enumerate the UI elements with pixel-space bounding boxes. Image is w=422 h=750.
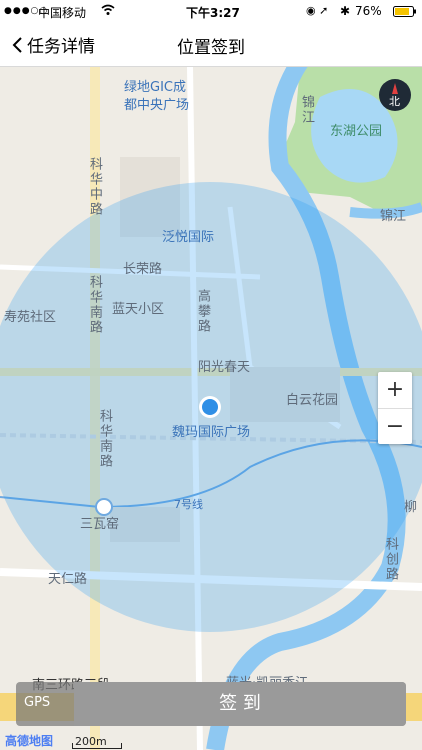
- compass-icon[interactable]: 北: [379, 79, 411, 111]
- map-label: 白云花园: [286, 393, 339, 408]
- location-arrow-icon: ◉ ➚: [306, 4, 329, 17]
- time-label: 下午3:27: [186, 6, 240, 20]
- map-label: 科华南路: [97, 409, 112, 469]
- scale-bar: [72, 743, 122, 749]
- map-label: 锦江: [299, 95, 314, 125]
- map-label: 7号线: [174, 498, 203, 511]
- map-label: 都中央广场: [124, 98, 190, 113]
- gps-label: GPS: [24, 695, 51, 710]
- map-label: 锦江: [380, 209, 407, 224]
- navigation-bar: 任务详情 位置签到: [0, 22, 422, 67]
- map-label: 绿地GIC成: [124, 80, 186, 95]
- wifi-icon: [101, 4, 115, 19]
- map-provider-logo: 高德地图: [5, 734, 54, 748]
- map-view[interactable]: 绿地GIC成 都中央广场 东湖公园 锦江 锦江 泛悦国际 长荣路 寿苑社区 蓝天…: [0, 67, 422, 750]
- page-title: 位置签到: [177, 38, 245, 58]
- map-label: 科华南路: [87, 275, 102, 335]
- zoom-out-button[interactable]: −: [378, 409, 412, 445]
- zoom-control: + −: [378, 372, 412, 444]
- metro-station-icon: [95, 498, 113, 516]
- checkin-bar: GPS 签 到: [16, 682, 406, 726]
- map-label: 柳: [404, 500, 418, 515]
- checkin-button[interactable]: 签 到: [74, 682, 406, 726]
- map-canvas: [0, 67, 422, 750]
- battery-percent: 76%: [355, 4, 382, 18]
- carrier-label: 中国移动: [38, 6, 87, 20]
- map-label: 三瓦窑: [80, 517, 120, 532]
- map-label: 魏玛国际广场: [172, 425, 251, 440]
- bluetooth-icon: ✱: [340, 4, 351, 18]
- map-label: 科华中路: [87, 157, 102, 217]
- status-bar: ●●●○○ 中国移动 下午3:27 ◉ ➚ ✱ 76%: [0, 0, 422, 22]
- map-label: 蓝天小区: [112, 302, 165, 317]
- map-label: 高攀路: [195, 289, 210, 334]
- zoom-in-button[interactable]: +: [378, 372, 412, 409]
- battery-icon: [393, 6, 417, 20]
- map-label: 天仁路: [48, 572, 88, 587]
- map-label: 寿苑社区: [4, 310, 57, 325]
- map-label: 泛悦国际: [162, 230, 215, 245]
- map-label: 长荣路: [123, 262, 163, 277]
- map-label: 科创路: [383, 537, 398, 582]
- map-label: 阳光春天: [198, 360, 251, 375]
- map-label: 东湖公园: [330, 124, 383, 139]
